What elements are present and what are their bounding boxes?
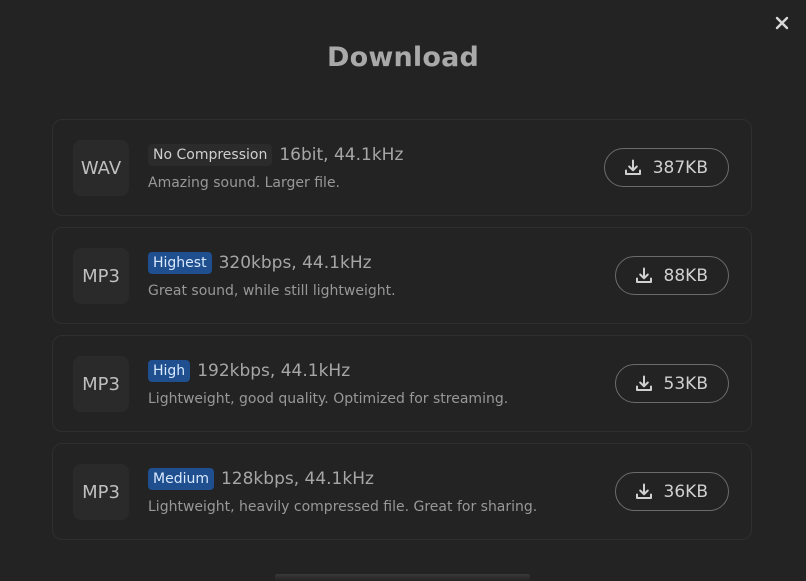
option-description: Great sound, while still lightweight. <box>148 283 396 299</box>
background-overflow-hint <box>275 574 530 581</box>
option-description: Amazing sound. Larger file. <box>148 175 341 191</box>
option-description: Lightweight, heavily compressed file. Gr… <box>148 499 538 515</box>
download-option-mp3-highest: MP3 Highest 320kbps, 44.1kHz Great sound… <box>52 227 752 324</box>
download-option-wav: WAV No Compression 16bit, 44.1kHz Amazin… <box>52 119 752 216</box>
quality-badge: Medium <box>148 468 214 490</box>
spec-text: 16bit, 44.1kHz <box>279 145 404 165</box>
quality-badge: Highest <box>148 252 212 274</box>
download-options-list: WAV No Compression 16bit, 44.1kHz Amazin… <box>52 119 752 551</box>
option-description: Lightweight, good quality. Optimized for… <box>148 391 509 407</box>
spec-text: 320kbps, 44.1kHz <box>218 253 372 273</box>
file-size: 88KB <box>663 265 708 286</box>
download-modal: Download WAV No Compression 16bit, 44.1k… <box>0 0 806 581</box>
format-label: MP3 <box>73 464 129 520</box>
download-button-mp3-high[interactable]: 53KB <box>614 364 729 403</box>
download-icon <box>623 158 643 178</box>
quality-badge: High <box>148 360 191 382</box>
download-icon <box>634 374 654 394</box>
spec-text: 192kbps, 44.1kHz <box>197 361 351 381</box>
close-button[interactable] <box>770 13 794 37</box>
close-icon <box>774 15 790 35</box>
download-button-mp3-medium[interactable]: 36KB <box>614 472 729 511</box>
file-size: 53KB <box>663 373 708 394</box>
download-button-wav[interactable]: 387KB <box>603 148 729 187</box>
download-option-mp3-medium: MP3 Medium 128kbps, 44.1kHz Lightweight,… <box>52 443 752 540</box>
file-size: 387KB <box>652 157 708 178</box>
download-icon <box>634 482 654 502</box>
quality-badge: No Compression <box>148 144 273 166</box>
spec-text: 128kbps, 44.1kHz <box>220 469 374 489</box>
file-size: 36KB <box>663 481 708 502</box>
download-icon <box>634 266 654 286</box>
option-info: Highest 320kbps, 44.1kHz Great sound, wh… <box>148 251 591 299</box>
option-info: No Compression 16bit, 44.1kHz Amazing so… <box>148 143 591 191</box>
option-info: High 192kbps, 44.1kHz Lightweight, good … <box>148 359 591 407</box>
format-label: MP3 <box>73 248 129 304</box>
modal-title: Download <box>326 42 480 73</box>
download-option-mp3-high: MP3 High 192kbps, 44.1kHz Lightweight, g… <box>52 335 752 432</box>
format-label: WAV <box>73 140 129 196</box>
format-label: MP3 <box>73 356 129 412</box>
download-button-mp3-highest[interactable]: 88KB <box>614 256 729 295</box>
option-info: Medium 128kbps, 44.1kHz Lightweight, hea… <box>148 467 591 515</box>
